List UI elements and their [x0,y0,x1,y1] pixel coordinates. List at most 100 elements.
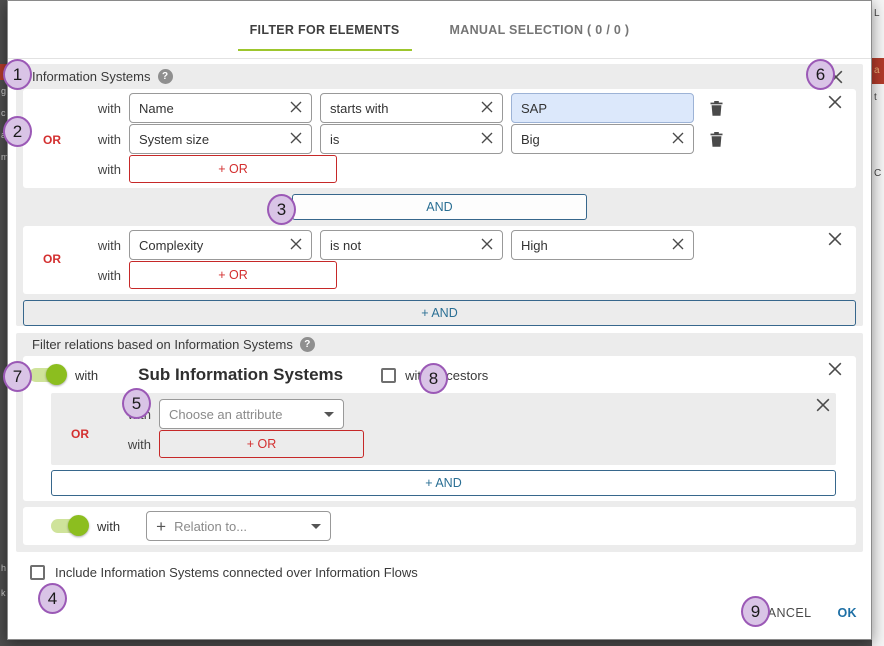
operator-value: starts with [330,101,481,116]
relation-enabled-toggle[interactable] [51,519,87,533]
or-label: OR [43,133,61,147]
clear-icon[interactable] [290,101,302,116]
add-and-button[interactable]: + AND [23,300,856,326]
section-title: Information Systems [32,69,151,84]
ok-button[interactable]: OK [837,606,857,620]
clear-icon[interactable] [481,132,493,147]
tab-manual-selection[interactable]: MANUAL SELECTION ( 0 / 0 ) [438,1,642,58]
chevron-down-icon [324,412,334,417]
with-label: with [75,368,98,383]
section-bottom-padding [16,545,863,552]
include-connected-checkbox[interactable] [30,565,45,580]
help-icon[interactable]: ? [158,69,173,84]
add-or-row: with + OR [23,155,856,183]
chevron-down-icon [311,524,321,529]
background-red-row-fragment: a [872,58,884,84]
close-icon[interactable] [816,398,830,412]
attribute-select[interactable]: System size [129,124,312,154]
with-label: with [91,162,121,177]
filter-dialog: FILTER FOR ELEMENTS MANUAL SELECTION ( 0… [7,0,872,640]
background-page-left-edge: g c a m h k [0,0,7,646]
or-label: OR [43,252,61,266]
value-input[interactable]: High [511,230,694,260]
delete-row-icon[interactable] [710,132,723,147]
delete-row-icon[interactable] [710,101,723,116]
with-label: with [91,101,121,116]
operator-select[interactable]: is [320,124,503,154]
add-or-button[interactable]: + OR [129,155,337,183]
annotation-badge-3: 3 [267,194,296,225]
relation-to-select[interactable]: + Relation to... [146,511,331,541]
add-or-row: with + OR [23,261,856,289]
filter-row: with Complexity is not High [23,230,856,260]
with-label: with [91,268,121,283]
value-input[interactable]: Big [511,124,694,154]
filter-row: with Choose an attribute [51,399,836,429]
value-input[interactable]: SAP [511,93,694,123]
help-icon[interactable]: ? [300,337,315,352]
attribute-select[interactable]: Name [129,93,312,123]
filter-row: with Name starts with SAP [23,93,856,123]
and-button[interactable]: AND [292,194,587,220]
tab-label: MANUAL SELECTION ( 0 / 0 ) [450,23,630,37]
close-icon[interactable] [828,95,842,109]
clear-icon[interactable] [290,132,302,147]
tab-bar: FILTER FOR ELEMENTS MANUAL SELECTION ( 0… [8,1,871,59]
dialog-footer: CANCEL OK [758,606,857,620]
add-and-button[interactable]: + AND [51,470,836,496]
background-text-fragment: t [874,92,877,103]
background-page-right-edge: L a t C [872,0,884,646]
with-label: with [97,519,120,534]
value-text: SAP [521,101,684,116]
add-or-button[interactable]: + OR [159,430,364,458]
clear-icon[interactable] [672,238,684,253]
filter-group-1: with Name starts with SAP [23,89,856,188]
with-label: with [91,238,121,253]
attribute-select[interactable]: Complexity [129,230,312,260]
relation-attribute-group: OR with Choose an attribute with + OR [51,393,836,465]
operator-select[interactable]: starts with [320,93,503,123]
background-text-fragment: h [1,563,6,573]
relations-section-header: Filter relations based on Information Sy… [16,333,863,356]
section-title: Filter relations based on Information Sy… [32,337,293,352]
background-text-fragment: g [1,86,6,96]
annotation-badge-5: 5 [122,388,151,419]
relation-enabled-toggle[interactable] [29,368,65,382]
add-or-button[interactable]: + OR [129,261,337,289]
clear-icon[interactable] [481,238,493,253]
clear-icon[interactable] [672,132,684,147]
relation-name: Sub Information Systems [138,365,343,385]
value-text: High [521,238,672,253]
clear-icon[interactable] [481,101,493,116]
elements-section-header: Information Systems ? [16,64,863,89]
background-text-fragment: C [874,168,881,179]
annotation-badge-4: 4 [38,583,67,614]
annotation-badge-9: 9 [741,596,770,627]
plus-icon: + [156,518,166,535]
elements-filter-section: Information Systems ? with Name [16,64,863,326]
annotation-badge-7: 7 [3,361,32,392]
clear-icon[interactable] [290,238,302,253]
operator-value: is not [330,238,481,253]
tab-label: FILTER FOR ELEMENTS [250,23,400,37]
attribute-select[interactable]: Choose an attribute [159,399,344,429]
with-ancestors-checkbox[interactable] [381,368,396,383]
toggle-knob [46,364,67,385]
include-connected-label: Include Information Systems connected ov… [55,565,418,580]
with-label: with [126,437,151,452]
annotation-badge-2: 2 [3,116,32,147]
add-or-row: with + OR [51,430,836,458]
operator-select[interactable]: is not [320,230,503,260]
background-text-fragment: c [1,108,6,118]
annotation-badge-6: 6 [806,59,835,90]
background-text-fragment: k [1,588,6,598]
value-text: Big [521,132,672,147]
relation-placeholder: Relation to... [174,519,305,534]
close-icon[interactable] [828,362,842,376]
attribute-value: Name [139,101,290,116]
attribute-placeholder: Choose an attribute [169,407,318,422]
close-icon[interactable] [828,232,842,246]
or-label: OR [71,427,89,441]
tab-filter-for-elements[interactable]: FILTER FOR ELEMENTS [238,1,412,58]
include-connected-row: Include Information Systems connected ov… [30,565,863,580]
